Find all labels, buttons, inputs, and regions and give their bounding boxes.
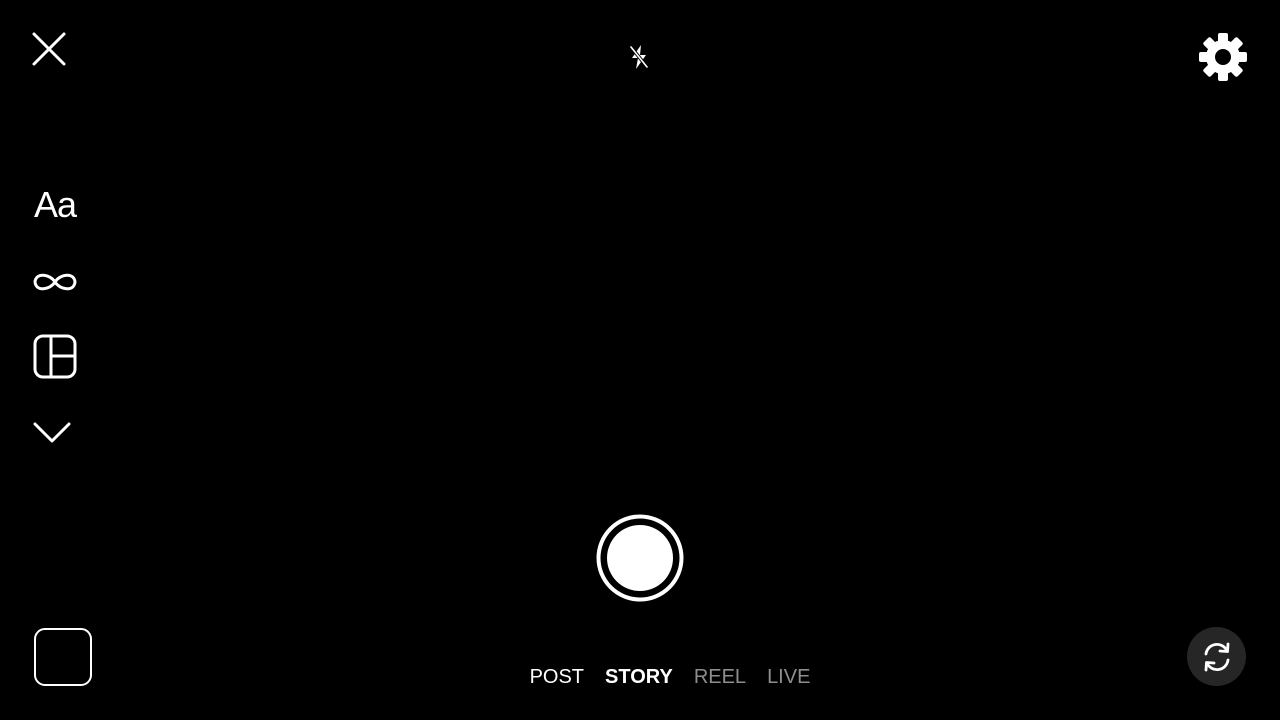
flip-camera-button[interactable] — [1187, 627, 1246, 686]
mode-story-tab[interactable]: STORY — [605, 662, 673, 692]
mode-post-tab[interactable]: POST — [530, 662, 584, 692]
layout-tool[interactable] — [28, 332, 82, 382]
close-icon — [32, 32, 66, 66]
camera-screen: Aa POST STORY REEL LIVE — [0, 0, 1280, 720]
camera-flip-icon — [1204, 642, 1229, 671]
mode-reel-tab[interactable]: REEL — [694, 662, 746, 692]
more-tools-button[interactable] — [28, 414, 76, 450]
gear-icon — [1199, 33, 1247, 81]
shutter-icon — [596, 514, 684, 602]
chevron-down-icon — [33, 422, 71, 443]
create-text-tool[interactable]: Aa — [28, 180, 82, 230]
boomerang-tool[interactable] — [28, 264, 82, 300]
mode-selector: POST STORY REEL LIVE — [500, 662, 840, 692]
infinity-icon — [33, 273, 77, 291]
shutter-button[interactable] — [596, 514, 684, 602]
layout-grid-icon — [33, 334, 77, 379]
mode-live-tab[interactable]: LIVE — [767, 662, 810, 692]
flash-off-icon — [629, 45, 649, 69]
gallery-button[interactable] — [34, 628, 92, 686]
close-button[interactable] — [28, 28, 70, 70]
settings-button[interactable] — [1196, 30, 1250, 84]
flash-toggle-button[interactable] — [624, 42, 654, 72]
